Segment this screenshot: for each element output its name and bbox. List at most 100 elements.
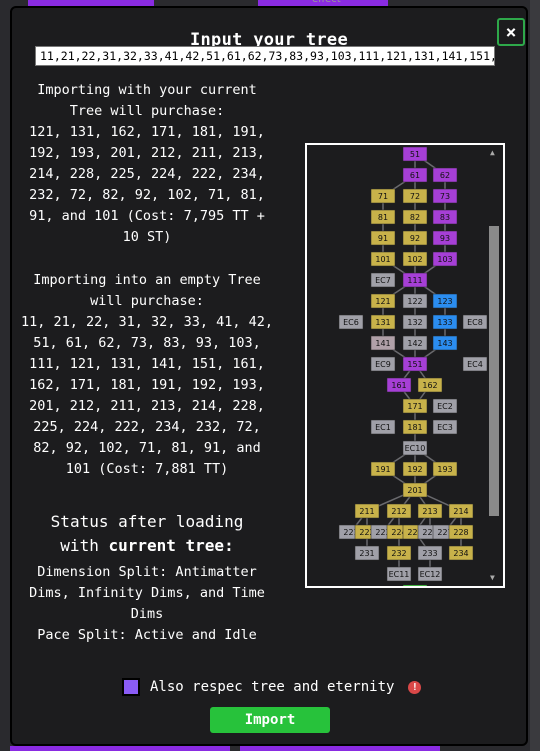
tree-node-label: 61 bbox=[410, 171, 420, 180]
current-heading-line: Importing with your current bbox=[37, 82, 257, 98]
tree-node-label: 201 bbox=[407, 486, 422, 495]
tree-node-ec3[interactable]: EC3 bbox=[432, 419, 458, 435]
tree-preview[interactable]: 51 61 62 71 72 73 81 82 83 91 92 93 101 102 103 EC7 111 1… bbox=[305, 143, 505, 588]
scroll-down-icon[interactable]: ▼ bbox=[490, 573, 495, 582]
tree-node-213[interactable]: 213 bbox=[417, 503, 443, 519]
tree-node-201[interactable]: 201 bbox=[402, 482, 428, 498]
tree-node-label: EC4 bbox=[467, 360, 483, 369]
tree-node-ec7[interactable]: EC7 bbox=[370, 272, 396, 288]
tree-input-field[interactable]: 11,21,22,31,32,33,41,42,51,61,62,73,83,9… bbox=[35, 46, 495, 66]
respec-option: Also respec tree and eternity ! bbox=[122, 676, 422, 698]
tree-node-label: 161 bbox=[391, 381, 406, 390]
tree-node-103[interactable]: 103 bbox=[432, 251, 458, 267]
tree-node-label: 233 bbox=[422, 549, 437, 558]
tree-node-122[interactable]: 122 bbox=[402, 293, 428, 309]
tree-node-232[interactable]: 232 bbox=[386, 545, 412, 561]
tree-node-228[interactable]: 228 bbox=[448, 524, 474, 540]
tree-node-label: 122 bbox=[407, 297, 422, 306]
tree-node-132[interactable]: 132 bbox=[402, 314, 428, 330]
tree-node-ec2[interactable]: EC2 bbox=[432, 398, 458, 414]
tree-node-81[interactable]: 81 bbox=[370, 209, 396, 225]
tree-node-121[interactable]: 121 bbox=[370, 293, 396, 309]
tree-node-162[interactable]: 162 bbox=[417, 377, 443, 393]
tree-node-label: 103 bbox=[437, 255, 452, 264]
tree-node-143[interactable]: 143 bbox=[432, 335, 458, 351]
tree-node-131[interactable]: 131 bbox=[370, 314, 396, 330]
tree-node-label: 171 bbox=[407, 402, 422, 411]
respec-checkbox[interactable] bbox=[122, 678, 140, 696]
close-button[interactable]: × bbox=[497, 18, 525, 46]
import-button[interactable]: Import bbox=[210, 707, 330, 733]
tree-node-ec1[interactable]: EC1 bbox=[370, 419, 396, 435]
tree-preview-svg: 51 61 62 71 72 73 81 82 83 91 92 93 101 102 103 EC7 111 1… bbox=[338, 146, 488, 586]
tree-node-ec11[interactable]: EC11 bbox=[386, 566, 412, 582]
tree-node-193[interactable]: 193 bbox=[432, 461, 458, 477]
current-list-line: 10 ST) bbox=[122, 229, 172, 245]
tree-node-62[interactable]: 62 bbox=[432, 167, 458, 183]
tree-node-102[interactable]: 102 bbox=[402, 251, 428, 267]
tree-node-label: 73 bbox=[440, 192, 450, 201]
scroll-thumb[interactable] bbox=[489, 226, 499, 516]
tree-node-83[interactable]: 83 bbox=[432, 209, 458, 225]
tree-node-ec10[interactable]: EC10 bbox=[402, 440, 428, 456]
tree-node-91[interactable]: 91 bbox=[370, 230, 396, 246]
tree-node-181[interactable]: 181 bbox=[402, 419, 428, 435]
tree-node-72[interactable]: 72 bbox=[402, 188, 428, 204]
current-list-line: 192, 193, 201, 212, 211, 213, bbox=[29, 145, 265, 161]
tree-node-label: 81 bbox=[378, 213, 388, 222]
tree-node-82[interactable]: 82 bbox=[402, 209, 428, 225]
tree-node-ec9[interactable]: EC9 bbox=[370, 356, 396, 372]
tree-node-label: 193 bbox=[437, 465, 452, 474]
tree-node-61[interactable]: 61 bbox=[402, 167, 428, 183]
tree-node-label: 213 bbox=[422, 507, 437, 516]
tree-node-71[interactable]: 71 bbox=[370, 188, 396, 204]
empty-heading-line: Importing into an empty Tree bbox=[33, 272, 261, 288]
tree-node-label: 162 bbox=[422, 381, 437, 390]
tree-node-73[interactable]: 73 bbox=[432, 188, 458, 204]
tree-node-51[interactable]: 51 bbox=[402, 146, 428, 162]
tree-node-212[interactable]: 212 bbox=[386, 503, 412, 519]
tree-node-label: 101 bbox=[375, 255, 390, 264]
scroll-up-icon[interactable]: ▲ bbox=[490, 148, 495, 157]
tree-node-label: 62 bbox=[440, 171, 450, 180]
dimension-split-line: Dimension Split: Antimatter bbox=[37, 564, 257, 580]
tree-node-101[interactable]: 101 bbox=[370, 251, 396, 267]
tree-node-133[interactable]: 133 bbox=[432, 314, 458, 330]
tree-node-ec6[interactable]: EC6 bbox=[338, 314, 364, 330]
current-list-line: 214, 228, 225, 224, 222, 234, bbox=[29, 166, 265, 182]
tree-scrollbar[interactable]: ▲ ▼ bbox=[488, 148, 500, 582]
tree-node-151[interactable]: 151 bbox=[402, 356, 428, 372]
tree-node-label: 212 bbox=[391, 507, 406, 516]
empty-list-line: 111, 121, 131, 141, 151, 161, bbox=[29, 356, 265, 372]
tree-node-bottom[interactable] bbox=[402, 584, 428, 586]
tree-node-label: 83 bbox=[440, 213, 450, 222]
tree-node-214[interactable]: 214 bbox=[448, 503, 474, 519]
info-icon[interactable]: ! bbox=[408, 680, 422, 694]
tree-node-label: EC10 bbox=[405, 444, 426, 453]
tree-node-233[interactable]: 233 bbox=[417, 545, 443, 561]
tree-node-label: EC1 bbox=[375, 423, 391, 432]
empty-tree-heading: Importing into an empty Tree will purcha… bbox=[18, 270, 276, 312]
tree-node-label: 123 bbox=[437, 297, 452, 306]
tree-node-93[interactable]: 93 bbox=[432, 230, 458, 246]
tree-node-161[interactable]: 161 bbox=[386, 377, 412, 393]
empty-list-line: 201, 212, 211, 213, 214, 228, bbox=[29, 398, 265, 414]
tree-node-191[interactable]: 191 bbox=[370, 461, 396, 477]
tree-node-92[interactable]: 92 bbox=[402, 230, 428, 246]
tree-node-141[interactable]: 141 bbox=[370, 335, 396, 351]
tree-node-192[interactable]: 192 bbox=[402, 461, 428, 477]
tree-node-211[interactable]: 211 bbox=[354, 503, 380, 519]
tree-node-ec8[interactable]: EC8 bbox=[462, 314, 488, 330]
tree-node-231[interactable]: 231 bbox=[354, 545, 380, 561]
tree-node-ec4[interactable]: EC4 bbox=[462, 356, 488, 372]
tree-node-111[interactable]: 111 bbox=[402, 272, 428, 288]
dimension-split-line: Dims bbox=[130, 606, 164, 622]
tree-node-ec12[interactable]: EC12 bbox=[417, 566, 443, 582]
tree-node-142[interactable]: 142 bbox=[402, 335, 428, 351]
tree-node-123[interactable]: 123 bbox=[432, 293, 458, 309]
current-tree-list: 121, 131, 162, 171, 181, 191, 192, 193, … bbox=[18, 122, 276, 248]
tree-node-label: EC8 bbox=[467, 318, 483, 327]
tree-node-234[interactable]: 234 bbox=[448, 545, 474, 561]
tree-node-label: 141 bbox=[375, 339, 390, 348]
tree-node-171[interactable]: 171 bbox=[402, 398, 428, 414]
